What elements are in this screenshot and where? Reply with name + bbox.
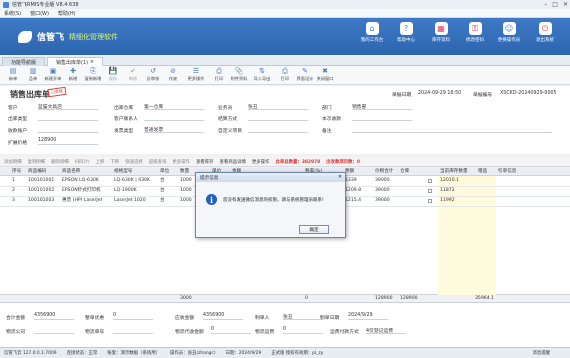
dialog-close-icon[interactable]: ✕: [338, 174, 342, 180]
dialog-message: 您没有发送微信消息的权限，请与系统管理员联系!: [223, 198, 324, 203]
dialog-title: 提示信息: [200, 175, 219, 181]
dialog-title-bar: 提示信息 ✕: [196, 173, 345, 182]
info-icon: i: [206, 194, 217, 205]
message-dialog: 提示信息 ✕ i 您没有发送微信消息的权限，请与系统管理员联系! 确定: [195, 172, 346, 238]
ok-button[interactable]: 确定: [299, 225, 329, 234]
